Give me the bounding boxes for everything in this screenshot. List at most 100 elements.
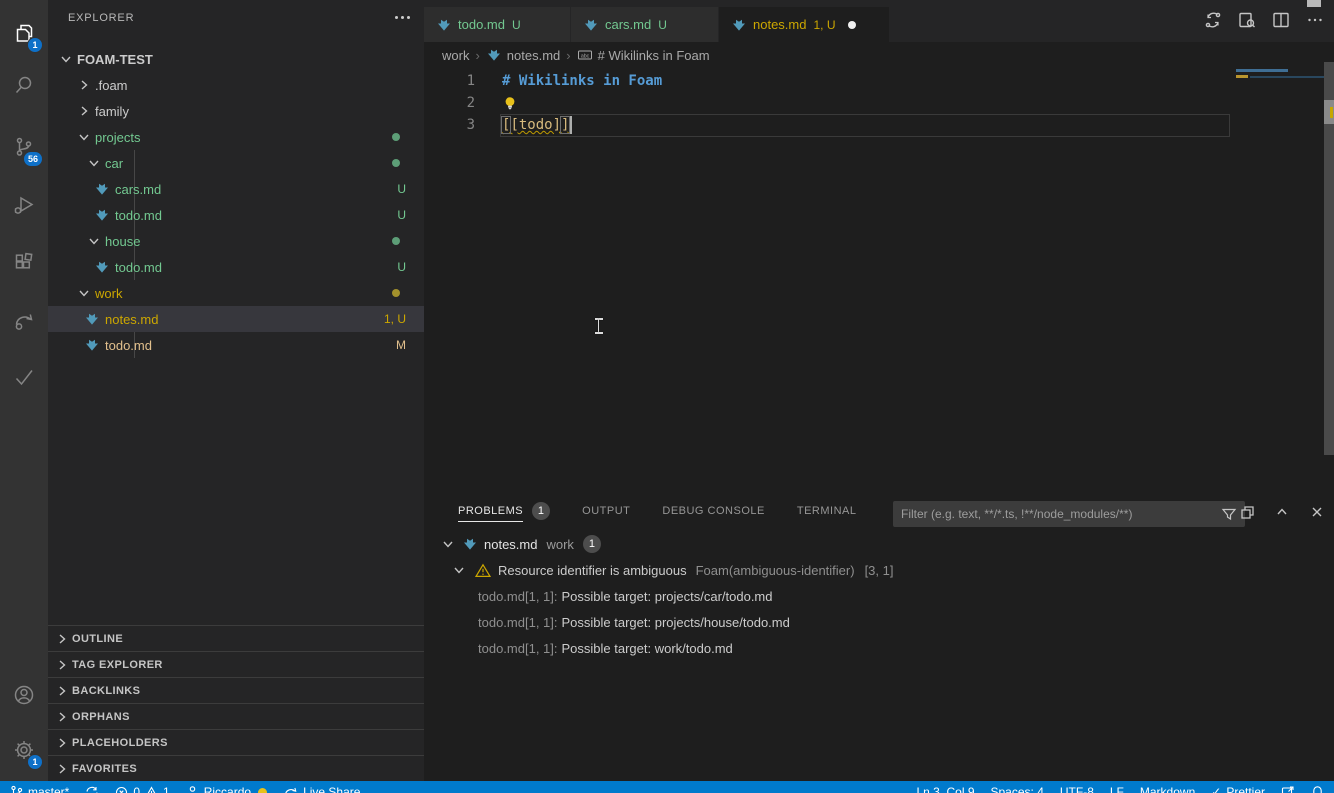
chevron-down-icon — [451, 562, 467, 578]
tree-item-work[interactable]: work — [48, 280, 424, 306]
account-status[interactable]: Riccardo — [186, 785, 268, 793]
open-changes-icon[interactable] — [1202, 9, 1224, 31]
explorer-activity-button[interactable]: 1 — [0, 9, 48, 57]
editor-group: todo.md U cars.md U notes.md 1, U work ›… — [424, 0, 1334, 493]
problems-status[interactable]: 0 1 — [115, 785, 170, 793]
tree-item-dot-foam[interactable]: .foam — [48, 72, 424, 98]
breadcrumb-symbol[interactable]: abc # Wikilinks in Foam — [577, 47, 710, 63]
language-mode-status[interactable]: Markdown — [1140, 785, 1195, 793]
chevron-down-icon — [76, 129, 92, 145]
folder-status-dot — [392, 237, 400, 245]
markdown-file-icon — [462, 536, 478, 552]
section-tag-explorer[interactable]: TAG EXPLORER — [48, 651, 424, 677]
more-actions-icon[interactable] — [395, 16, 410, 19]
explorer-badge: 1 — [27, 37, 43, 53]
problem-file-row[interactable]: notes.md work 1 — [424, 531, 1334, 557]
testing-activity-button[interactable] — [0, 353, 48, 401]
problem-detail-row[interactable]: todo.md[1, 1]: Possible target: work/tod… — [424, 635, 1334, 661]
account-icon — [12, 683, 36, 707]
tab-debug-console[interactable]: DEBUG CONSOLE — [662, 494, 764, 528]
tab-cars-md[interactable]: cars.md U — [571, 7, 719, 42]
tab-notes-md[interactable]: notes.md 1, U — [719, 7, 890, 42]
tab-todo-md[interactable]: todo.md U — [424, 7, 571, 42]
source-control-activity-button[interactable]: 56 — [0, 123, 48, 171]
indentation-status[interactable]: Spaces: 4 — [991, 785, 1044, 793]
settings-badge: 1 — [27, 754, 43, 770]
warning-triangle-icon — [475, 563, 491, 578]
encoding-status[interactable]: UTF-8 — [1060, 785, 1094, 793]
tree-item-house[interactable]: house — [48, 228, 424, 254]
sync-status[interactable] — [85, 785, 99, 793]
tree-item-car-todo-md[interactable]: todo.md U — [48, 202, 424, 228]
run-debug-activity-button[interactable] — [0, 181, 48, 229]
breadcrumb-folder[interactable]: work — [442, 48, 469, 63]
git-branch-status[interactable]: master* — [10, 785, 69, 793]
tree-item-car[interactable]: car — [48, 150, 424, 176]
tree-item-notes-md[interactable]: notes.md 1, U — [48, 306, 424, 332]
accounts-activity-button[interactable] — [0, 671, 48, 719]
svg-text:abc: abc — [580, 53, 589, 59]
tab-decoration: U — [658, 17, 667, 32]
live-share-activity-button[interactable] — [0, 297, 48, 345]
section-placeholders[interactable]: PLACEHOLDERS — [48, 729, 424, 755]
folder-status-dot — [392, 159, 400, 167]
search-activity-button[interactable] — [0, 61, 48, 109]
chevron-right-icon — [54, 709, 70, 725]
editor-scrollbar[interactable] — [1324, 62, 1334, 455]
formatter-status[interactable]: ✓ Prettier — [1211, 785, 1265, 793]
section-favorites[interactable]: FAVORITES — [48, 755, 424, 781]
file-problems-badge: 1 — [582, 535, 601, 553]
tab-label: todo.md — [458, 17, 505, 32]
markdown-file-icon — [94, 181, 110, 197]
problem-detail-row[interactable]: todo.md[1, 1]: Possible target: projects… — [424, 609, 1334, 635]
section-orphans[interactable]: ORPHANS — [48, 703, 424, 729]
git-decoration: U — [397, 260, 406, 274]
eol-status[interactable]: LF — [1110, 785, 1124, 793]
tree-item-projects[interactable]: projects — [48, 124, 424, 150]
minimap-warning-mark — [1236, 75, 1248, 78]
lightbulb-icon[interactable] — [475, 95, 518, 111]
tree-item-workspace-root[interactable]: FOAM-TEST — [48, 46, 424, 72]
maximize-panel-chevron-up-icon[interactable] — [1271, 501, 1293, 523]
folder-status-dot — [392, 289, 400, 297]
code-line-3: 3 [[todo]] — [424, 114, 1334, 136]
run-debug-icon — [12, 193, 36, 217]
warning-triangle-icon — [145, 785, 158, 793]
breadcrumbs: work › notes.md › abc # Wikilinks in Foa… — [424, 42, 1334, 68]
tab-output[interactable]: OUTPUT — [582, 494, 630, 528]
markdown-file-icon — [84, 337, 100, 353]
sidebar-header: EXPLORER — [48, 0, 424, 35]
filter-funnel-icon[interactable] — [1221, 506, 1237, 522]
section-backlinks[interactable]: BACKLINKS — [48, 677, 424, 703]
problem-detail-row[interactable]: todo.md[1, 1]: Possible target: projects… — [424, 583, 1334, 609]
tree-item-family[interactable]: family — [48, 98, 424, 124]
tree-item-cars-md[interactable]: cars.md U — [48, 176, 424, 202]
tab-problems[interactable]: PROBLEMS 1 — [458, 494, 551, 528]
folder-status-dot — [392, 133, 400, 141]
notifications-button[interactable] — [1311, 785, 1324, 793]
extensions-activity-button[interactable] — [0, 239, 48, 287]
code-editor[interactable]: 1 # Wikilinks in Foam 2 3 [[todo]] — [424, 68, 1334, 493]
breadcrumb-file[interactable]: notes.md — [486, 47, 560, 63]
tree-item-work-todo-md[interactable]: todo.md M — [48, 332, 424, 358]
cursor-position-status[interactable]: Ln 3, Col 9 — [916, 785, 974, 793]
activity-bar: 1 56 1 — [0, 0, 48, 781]
panel-tabs: PROBLEMS 1 OUTPUT DEBUG CONSOLE TERMINAL — [424, 494, 856, 528]
open-preview-icon[interactable] — [1236, 9, 1258, 31]
section-outline[interactable]: OUTLINE — [48, 625, 424, 651]
check-icon: ✓ — [1211, 785, 1222, 793]
git-decoration: M — [396, 338, 406, 352]
split-editor-icon[interactable] — [1270, 9, 1292, 31]
live-share-status[interactable]: Live Share — [283, 785, 360, 793]
problem-warning-row[interactable]: Resource identifier is ambiguous Foam(am… — [424, 557, 1334, 583]
dirty-indicator-dot[interactable] — [847, 20, 856, 29]
more-actions-icon[interactable] — [1304, 9, 1326, 31]
close-panel-icon[interactable] — [1306, 501, 1328, 523]
tab-terminal[interactable]: TERMINAL — [797, 494, 857, 528]
restore-panel-icon[interactable] — [1236, 501, 1258, 523]
explorer-sidebar: EXPLORER FOAM-TEST .foam family projects — [48, 0, 424, 781]
settings-activity-button[interactable]: 1 — [0, 726, 48, 774]
feedback-button[interactable] — [1281, 785, 1295, 793]
filter-input[interactable] — [893, 507, 1221, 521]
tree-item-house-todo-md[interactable]: todo.md U — [48, 254, 424, 280]
